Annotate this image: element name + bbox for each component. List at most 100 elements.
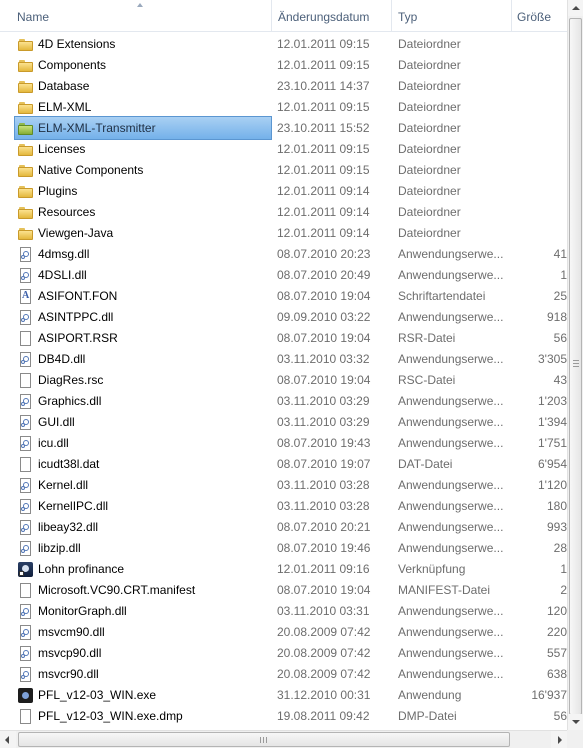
file-row[interactable]: DiagRes.rsc 08.07.2010 19:04 RSC-Datei 43 [0, 370, 567, 391]
scroll-left-button[interactable] [0, 731, 16, 748]
shortcut-icon [18, 562, 33, 577]
file-type: Anwendungserwe... [398, 646, 504, 660]
file-row[interactable]: MonitorGraph.dll 03.11.2010 03:31 Anwendun… [0, 601, 567, 622]
file-row[interactable]: Graphics.dll 03.11.2010 03:29 Anwendungser… [0, 391, 567, 412]
file-row[interactable]: ELM-XML 12.01.2011 09:15 Dateiordner [0, 97, 567, 118]
file-name: 4DSLI.dll [38, 268, 87, 282]
file-size: 16'937 [531, 688, 567, 702]
file-type: Anwendungserwe... [398, 499, 504, 513]
dll-icon [18, 541, 33, 556]
vertical-scrollbar[interactable] [567, 0, 583, 730]
file-type: Anwendungserwe... [398, 310, 504, 324]
file-type: RSC-Datei [398, 373, 456, 387]
file-row-selected[interactable]: ELM-XML-Transmitter 23.10.2011 15:52 Datei… [0, 116, 567, 140]
dll-icon [18, 394, 33, 409]
file-modified-date: 12.01.2011 09:15 [277, 58, 370, 72]
vertical-scroll-thumb[interactable] [569, 18, 582, 715]
file-size: 993 [546, 520, 567, 534]
file-row[interactable]: 4D Extensions 12.01.2011 09:15 Dateiordner [0, 34, 567, 55]
file-modified-date: 03.11.2010 03:32 [277, 352, 370, 366]
file-row[interactable]: Components 12.01.2011 09:15 Dateiordner [0, 55, 567, 76]
column-divider[interactable] [391, 0, 392, 31]
file-row[interactable]: GUI.dll 03.11.2010 03:29 Anwendungserwe...… [0, 412, 567, 433]
file-row[interactable]: ASINTPPC.dll 09.09.2010 03:22 Anwendungser… [0, 307, 567, 328]
file-row[interactable]: Viewgen-Java 12.01.2011 09:14 Dateiordner [0, 223, 567, 244]
file-row[interactable]: Lohn profinance 12.01.2011 09:16 Verknüpfu… [0, 559, 567, 580]
grip-line [573, 360, 579, 361]
column-header-size[interactable]: Größe [517, 0, 567, 31]
file-row[interactable]: Licenses 12.01.2011 09:15 Dateiordner [0, 139, 567, 160]
column-header-type[interactable]: Typ [398, 0, 508, 31]
column-divider[interactable] [271, 0, 272, 31]
file-name: PFL_v12-03_WIN.exe.dmp [38, 709, 183, 723]
file-row[interactable]: libzip.dll 08.07.2010 19:46 Anwendungserwe… [0, 538, 567, 559]
file-modified-date: 08.07.2010 19:04 [277, 583, 371, 597]
file-row[interactable]: msvcr90.dll 20.08.2009 07:42 Anwendungserw… [0, 664, 567, 685]
file-type: Dateiordner [398, 163, 461, 177]
file-row[interactable]: msvcm90.dll 20.08.2009 07:42 Anwendungserw… [0, 622, 567, 643]
column-divider[interactable] [511, 0, 512, 31]
dll-icon [18, 478, 33, 493]
file-row[interactable]: 4DSLI.dll 08.07.2010 20:49 Anwendungserwe.… [0, 265, 567, 286]
scroll-down-button[interactable] [568, 714, 583, 730]
file-modified-date: 12.01.2011 09:16 [277, 562, 370, 576]
horizontal-scroll-thumb[interactable] [18, 732, 510, 747]
file-row[interactable]: 4dmsg.dll 08.07.2010 20:23 Anwendungserwe.… [0, 244, 567, 265]
file-name: Lohn profinance [38, 562, 125, 576]
file-size: 28 [553, 541, 567, 555]
file-modified-date: 03.11.2010 03:29 [277, 394, 370, 408]
folder-icon [18, 142, 33, 157]
scroll-up-button[interactable] [568, 0, 583, 16]
file-modified-date: 08.07.2010 20:21 [277, 520, 371, 534]
file-size: 1'120 [538, 478, 567, 492]
file-row[interactable]: PFL_v12-03_WIN.exe.dmp 19.08.2011 09:42 DM… [0, 706, 567, 727]
file-row[interactable]: PFL_v12-03_WIN.exe 31.12.2010 00:31 Anwend… [0, 685, 567, 706]
file-size: 180 [546, 499, 567, 513]
file-name: ASIFONT.FON [38, 289, 118, 303]
file-name: ELM-XML-Transmitter [38, 121, 156, 135]
file-row[interactable]: Resources 12.01.2011 09:14 Dateiordner [0, 202, 567, 223]
file-row[interactable]: Microsoft.VC90.CRT.manifest 08.07.2010 19… [0, 580, 567, 601]
scroll-right-button[interactable] [551, 731, 567, 748]
file-size: 918 [546, 310, 567, 324]
file-row[interactable]: Native Components 12.01.2011 09:15 Dateior… [0, 160, 567, 181]
dll-icon [18, 268, 33, 283]
file-row[interactable]: Plugins 12.01.2011 09:14 Dateiordner [0, 181, 567, 202]
folder-icon [18, 100, 33, 115]
file-name: Native Components [38, 163, 144, 177]
file-list: 4D Extensions 12.01.2011 09:15 Dateiordner… [0, 34, 567, 727]
file-row[interactable]: ASIPORT.RSR 08.07.2010 19:04 RSR-Datei 56 [0, 328, 567, 349]
dll-icon [18, 247, 33, 262]
file-type: Anwendungserwe... [398, 604, 504, 618]
file-row[interactable]: msvcp90.dll 20.08.2009 07:42 Anwendungserw… [0, 643, 567, 664]
file-name: Graphics.dll [38, 394, 102, 408]
column-header-date[interactable]: Änderungsdatum [278, 0, 388, 31]
folder-icon [18, 37, 33, 52]
grip-line [573, 363, 579, 364]
file-name: Resources [38, 205, 96, 219]
file-icon [18, 457, 33, 472]
file-row[interactable]: Database 23.10.2011 14:37 Dateiordner [0, 76, 567, 97]
file-type: Anwendungserwe... [398, 268, 504, 282]
file-name: Kernel.dll [38, 478, 89, 492]
file-type: Dateiordner [398, 226, 461, 240]
file-row[interactable]: KernelIPC.dll 03.11.2010 03:28 Anwendungse… [0, 496, 567, 517]
file-size: 41 [553, 247, 567, 261]
file-modified-date: 23.10.2011 15:52 [277, 121, 370, 135]
file-size: 1 [560, 268, 567, 282]
column-header-name[interactable]: Name [17, 0, 267, 31]
file-type: DAT-Datei [398, 457, 453, 471]
file-row[interactable]: DB4D.dll 03.11.2010 03:32 Anwendungserwe..… [0, 349, 567, 370]
file-row[interactable]: A ASIFONT.FON 08.07.2010 19:04 Schriftarten… [0, 286, 567, 307]
file-row[interactable]: icu.dll 08.07.2010 19:43 Anwendungserwe...… [0, 433, 567, 454]
file-modified-date: 08.07.2010 20:23 [277, 247, 371, 261]
file-row[interactable]: libeay32.dll 08.07.2010 20:21 Anwendungser… [0, 517, 567, 538]
file-size: 43 [553, 373, 567, 387]
file-row[interactable]: Kernel.dll 03.11.2010 03:28 Anwendungserwe… [0, 475, 567, 496]
file-type: Verknüpfung [398, 562, 466, 576]
dll-icon [18, 520, 33, 535]
dll-icon [18, 604, 33, 619]
horizontal-scrollbar[interactable] [0, 730, 567, 748]
file-modified-date: 12.01.2011 09:14 [277, 184, 370, 198]
file-row[interactable]: icudt38l.dat 08.07.2010 19:07 DAT-Datei 6'9… [0, 454, 567, 475]
